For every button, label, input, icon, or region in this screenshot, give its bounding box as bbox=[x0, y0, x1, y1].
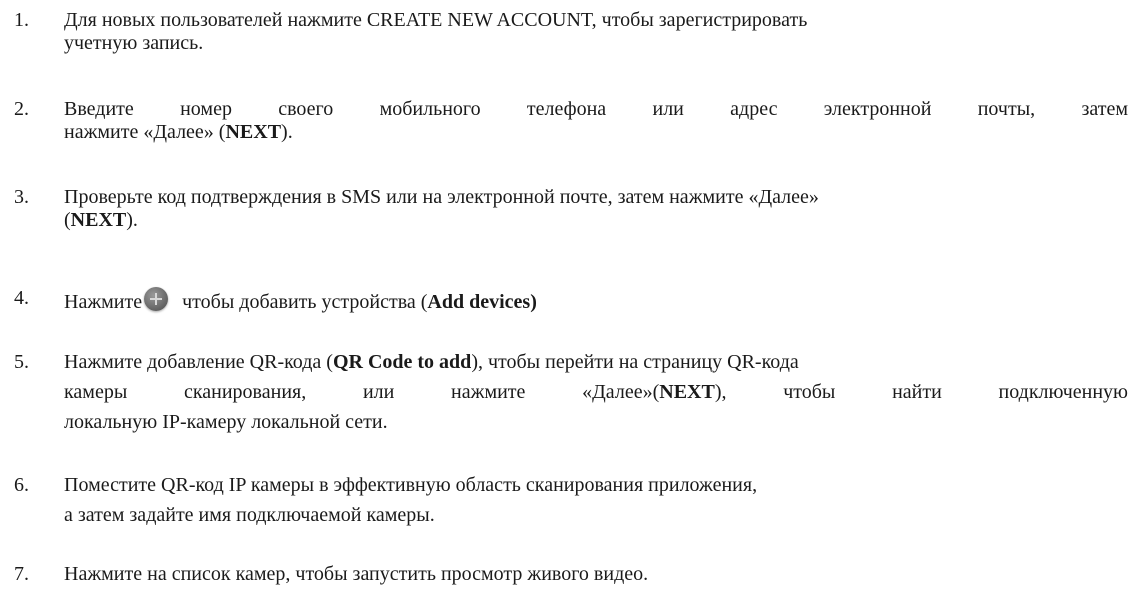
text-line: Проверьте код подтверждения в SMS или на… bbox=[64, 186, 819, 208]
list-item-text: Для новых пользователей нажмите CREATE N… bbox=[64, 9, 1128, 55]
list-item-number: 5. bbox=[14, 351, 29, 373]
list-item-number: 2. bbox=[14, 98, 29, 120]
instruction-list: 1. Для новых пользователей нажмите CREAT… bbox=[0, 0, 1138, 595]
bold-term: Add devices) bbox=[427, 291, 537, 313]
text-segment: чтобы добавить устройства ( bbox=[182, 291, 428, 313]
list-item-number: 7. bbox=[14, 563, 29, 585]
text-segment: ). bbox=[281, 121, 293, 143]
list-item-text: Поместите QR-код IP камеры в эффективную… bbox=[64, 470, 1128, 530]
list-item-text: Проверьте код подтверждения в SMS или на… bbox=[64, 186, 1128, 232]
bold-term: NEXT bbox=[659, 381, 715, 403]
bold-term: NEXT bbox=[225, 121, 282, 143]
list-item-number: 1. bbox=[14, 9, 29, 31]
text-line: камеры сканирования, или нажмите «Далее»… bbox=[64, 377, 1128, 407]
list-item-text: Нажмите чтобы добавить устройства (Add de… bbox=[64, 287, 1128, 313]
text-line: Нажмите на список камер, чтобы запустить… bbox=[64, 563, 649, 585]
list-item-text: Нажмите добавление QR-кода (QR Code to a… bbox=[64, 347, 1128, 437]
text-line: Нажмите добавление QR-кода (QR Code to a… bbox=[64, 347, 1128, 377]
bold-term: NEXT bbox=[70, 209, 127, 231]
text-line: учетную запись. bbox=[64, 32, 204, 54]
list-item-number: 6. bbox=[14, 474, 29, 496]
text-segment: ), чтобы найти подключенную bbox=[714, 381, 1128, 403]
list-item-number: 4. bbox=[14, 287, 29, 309]
list-item-number: 3. bbox=[14, 186, 29, 208]
text-line: Для новых пользователей нажмите CREATE N… bbox=[64, 9, 808, 31]
plus-circle-icon bbox=[144, 287, 169, 311]
text-line: Введите номер своего мобильного телефона… bbox=[64, 98, 1128, 120]
text-segment: нажмите «Далее» ( bbox=[64, 121, 226, 143]
text-line: локальную IP-камеру локальной сети. bbox=[64, 411, 388, 433]
text-line: (NEXT). bbox=[64, 209, 1128, 232]
text-segment: ( bbox=[64, 209, 71, 231]
text-segment: камеры сканирования, или нажмите «Далее»… bbox=[64, 381, 660, 403]
list-item-text: Введите номер своего мобильного телефона… bbox=[64, 98, 1128, 144]
text-segment: ), чтобы перейти на страницу QR-кода bbox=[471, 351, 799, 373]
text-line: а затем задайте имя подключаемой камеры. bbox=[64, 504, 435, 526]
text-line: Поместите QR-код IP камеры в эффективную… bbox=[64, 474, 758, 496]
text-segment: ). bbox=[126, 209, 138, 231]
list-item-text: Нажмите на список камер, чтобы запустить… bbox=[64, 559, 1128, 589]
bold-term: QR Code to add bbox=[332, 351, 472, 373]
text-segment: Нажмите добавление QR-кода ( bbox=[64, 351, 333, 373]
text-segment: Нажмите bbox=[64, 291, 143, 313]
text-line: нажмите «Далее» (NEXT). bbox=[64, 121, 1128, 144]
text-line: Нажмите чтобы добавить устройства (Add de… bbox=[64, 287, 1128, 313]
